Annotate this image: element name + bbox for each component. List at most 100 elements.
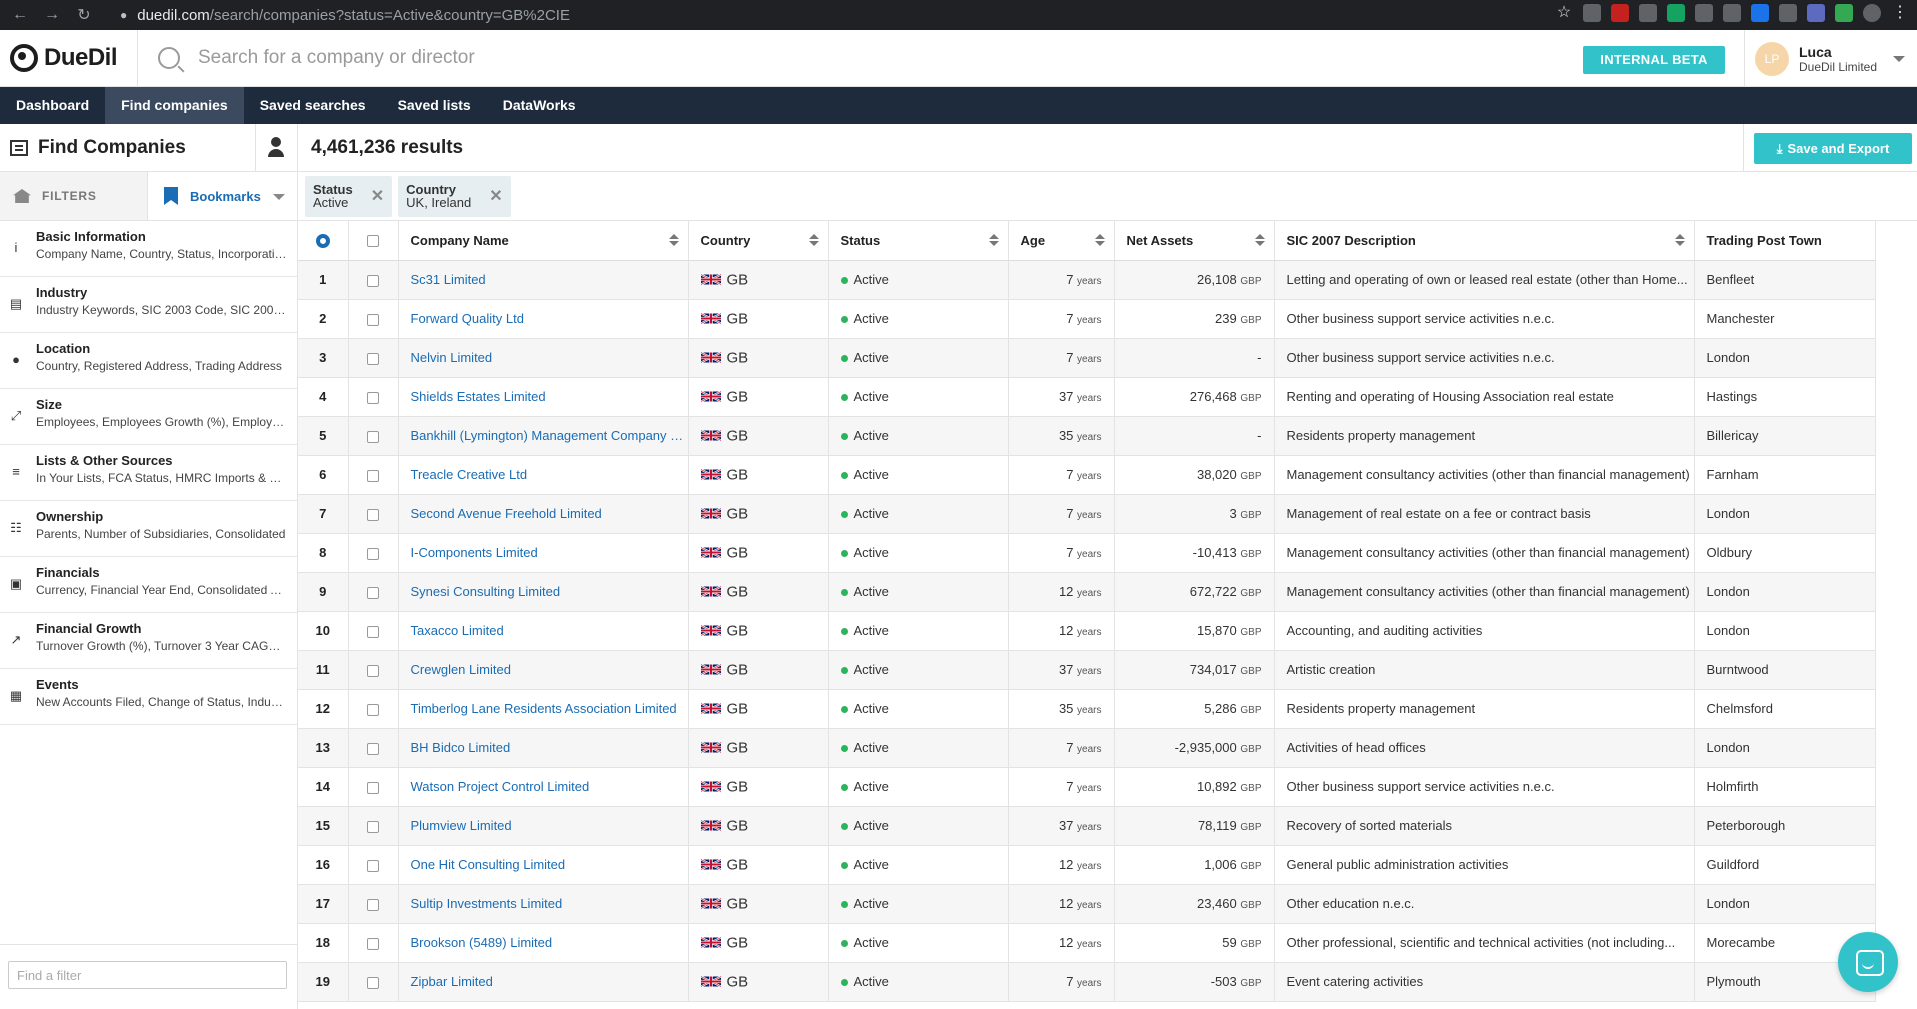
forward-icon[interactable]: → bbox=[40, 6, 64, 24]
filter-category[interactable]: ↗ Financial Growth Turnover Growth (%), Tu… bbox=[0, 613, 297, 669]
address-bar[interactable]: duedil.com/search/companies?status=Activ… bbox=[137, 7, 570, 24]
filter-category[interactable]: ▣ Financials Currency, Financial Year End,… bbox=[0, 557, 297, 613]
row-checkbox[interactable] bbox=[367, 703, 379, 716]
company-name-link[interactable]: One Hit Consulting Limited bbox=[398, 845, 689, 885]
company-name-link[interactable]: Sc31 Limited bbox=[398, 260, 689, 300]
filter-category[interactable]: i Basic Information Company Name, Country,… bbox=[0, 221, 297, 277]
person-icon[interactable] bbox=[255, 124, 297, 172]
extension-icon[interactable] bbox=[1835, 4, 1853, 22]
table-row[interactable]: 17 Sultip Investments Limited GB Active 12 y… bbox=[298, 884, 1876, 924]
company-name-link[interactable]: Taxacco Limited bbox=[398, 611, 689, 651]
sort-icon[interactable] bbox=[1674, 234, 1685, 246]
extension-icon[interactable] bbox=[1667, 4, 1685, 22]
menu-icon[interactable]: ⋮ bbox=[1891, 4, 1909, 22]
extension-icon[interactable] bbox=[1639, 4, 1657, 22]
back-icon[interactable]: ← bbox=[8, 6, 32, 24]
reload-icon[interactable]: ↻ bbox=[72, 5, 96, 25]
table-row[interactable]: 18 Brookson (5489) Limited GB Active 12 year… bbox=[298, 923, 1876, 963]
table-row[interactable]: 13 BH Bidco Limited GB Active 7 years -2,935,… bbox=[298, 728, 1876, 768]
table-row[interactable]: 6 Treacle Creative Ltd GB Active 7 years 38,0… bbox=[298, 455, 1876, 495]
table-row[interactable]: 5 Bankhill (Lymington) Management Company… bbox=[298, 416, 1876, 456]
row-checkbox[interactable] bbox=[367, 664, 379, 677]
column-settings[interactable] bbox=[298, 221, 349, 261]
company-name-link[interactable]: I-Components Limited bbox=[398, 533, 689, 573]
company-name-link[interactable]: Forward Quality Ltd bbox=[398, 299, 689, 339]
table-row[interactable]: 9 Synesi Consulting Limited GB Active 12 yea… bbox=[298, 572, 1876, 612]
filter-category[interactable]: ▦ Events New Accounts Filed, Change of Sta… bbox=[0, 669, 297, 725]
filter-category[interactable]: ▤ Industry Industry Keywords, SIC 2003 Cod… bbox=[0, 277, 297, 333]
sort-icon[interactable] bbox=[668, 234, 679, 246]
nav-dashboard[interactable]: Dashboard bbox=[0, 87, 105, 124]
nav-saved-lists[interactable]: Saved lists bbox=[382, 87, 487, 124]
filter-chip-country[interactable]: Country UK, Ireland ✕ bbox=[398, 175, 511, 217]
row-checkbox[interactable] bbox=[367, 781, 379, 794]
nav-dataworks[interactable]: DataWorks bbox=[487, 87, 592, 124]
table-row[interactable]: 2 Forward Quality Ltd GB Active 7 years 239 G… bbox=[298, 299, 1876, 339]
col-sic-description[interactable]: SIC 2007 Description bbox=[1274, 221, 1695, 261]
sort-icon[interactable] bbox=[1094, 234, 1105, 246]
table-row[interactable]: 1 Sc31 Limited GB Active 7 years 26,108 GBP Le… bbox=[298, 260, 1876, 300]
sort-icon[interactable] bbox=[808, 234, 819, 246]
sort-icon[interactable] bbox=[1254, 234, 1265, 246]
table-row[interactable]: 8 I-Components Limited GB Active 7 years -10,… bbox=[298, 533, 1876, 573]
profile-icon[interactable] bbox=[1863, 4, 1881, 22]
sort-icon[interactable] bbox=[988, 234, 999, 246]
col-company-name[interactable]: Company Name bbox=[398, 221, 689, 261]
find-filter-input[interactable] bbox=[8, 961, 287, 989]
company-name-link[interactable]: Nelvin Limited bbox=[398, 338, 689, 378]
table-row[interactable]: 10 Taxacco Limited GB Active 12 years 15,870 … bbox=[298, 611, 1876, 651]
company-name-link[interactable]: Watson Project Control Limited bbox=[398, 767, 689, 807]
filter-category[interactable]: ≡ Lists & Other Sources In Your Lists, FCA… bbox=[0, 445, 297, 501]
row-checkbox[interactable] bbox=[367, 625, 379, 638]
star-icon[interactable]: ☆ bbox=[1555, 4, 1573, 22]
company-name-link[interactable]: Second Avenue Freehold Limited bbox=[398, 494, 689, 534]
company-name-link[interactable]: Synesi Consulting Limited bbox=[398, 572, 689, 612]
table-row[interactable]: 11 Crewglen Limited GB Active 37 years 734,01… bbox=[298, 650, 1876, 690]
row-checkbox[interactable] bbox=[367, 391, 379, 404]
logo[interactable]: DueDil bbox=[0, 29, 138, 87]
table-row[interactable]: 16 One Hit Consulting Limited GB Active 12 y… bbox=[298, 845, 1876, 885]
extension-icon[interactable] bbox=[1611, 4, 1629, 22]
row-checkbox[interactable] bbox=[367, 469, 379, 482]
col-net-assets[interactable]: Net Assets bbox=[1114, 221, 1275, 261]
row-checkbox[interactable] bbox=[367, 313, 379, 326]
select-all-checkbox[interactable] bbox=[367, 235, 379, 248]
table-row[interactable]: 3 Nelvin Limited GB Active 7 years - Other bus… bbox=[298, 338, 1876, 378]
company-name-link[interactable]: Zipbar Limited bbox=[398, 962, 689, 1002]
nav-find-companies[interactable]: Find companies bbox=[105, 87, 244, 124]
company-name-link[interactable]: BH Bidco Limited bbox=[398, 728, 689, 768]
table-row[interactable]: 14 Watson Project Control Limited GB Active… bbox=[298, 767, 1876, 807]
col-trading-town[interactable]: Trading Post Town bbox=[1694, 221, 1876, 261]
save-and-export-button[interactable]: ⤓ Save and Export bbox=[1754, 133, 1912, 164]
table-row[interactable]: 12 Timberlog Lane Residents Association L… bbox=[298, 689, 1876, 729]
gear-icon[interactable] bbox=[315, 234, 330, 249]
user-menu[interactable]: LP Luca DueDil Limited bbox=[1744, 30, 1917, 87]
row-checkbox[interactable] bbox=[367, 274, 379, 287]
extension-icon[interactable] bbox=[1583, 4, 1601, 22]
tab-filters[interactable]: FILTERS bbox=[0, 172, 148, 220]
company-name-link[interactable]: Shields Estates Limited bbox=[398, 377, 689, 417]
col-age[interactable]: Age bbox=[1008, 221, 1115, 261]
company-name-link[interactable]: Brookson (5489) Limited bbox=[398, 923, 689, 963]
company-name-link[interactable]: Crewglen Limited bbox=[398, 650, 689, 690]
close-icon[interactable]: ✕ bbox=[371, 186, 384, 206]
row-checkbox[interactable] bbox=[367, 547, 379, 560]
filter-chip-status[interactable]: Status Active ✕ bbox=[305, 175, 393, 217]
company-name-link[interactable]: Timberlog Lane Residents Association Lim… bbox=[398, 689, 689, 729]
table-row[interactable]: 4 Shields Estates Limited GB Active 37 years… bbox=[298, 377, 1876, 417]
filter-category[interactable]: ☷ Ownership Parents, Number of Subsidiarie… bbox=[0, 501, 297, 557]
row-checkbox[interactable] bbox=[367, 937, 379, 950]
nav-saved-searches[interactable]: Saved searches bbox=[244, 87, 382, 124]
row-checkbox[interactable] bbox=[367, 352, 379, 365]
row-checkbox[interactable] bbox=[367, 976, 379, 989]
row-checkbox[interactable] bbox=[367, 820, 379, 833]
filter-category[interactable]: ● Location Country, Registered Address, Tr… bbox=[0, 333, 297, 389]
row-checkbox[interactable] bbox=[367, 430, 379, 443]
row-checkbox[interactable] bbox=[367, 508, 379, 521]
chat-icon[interactable] bbox=[1838, 932, 1898, 992]
table-row[interactable]: 15 Plumview Limited GB Active 37 years 78,119… bbox=[298, 806, 1876, 846]
search-input[interactable] bbox=[198, 47, 898, 69]
extension-icon[interactable] bbox=[1751, 4, 1769, 22]
table-row[interactable]: 7 Second Avenue Freehold Limited GB Active 7… bbox=[298, 494, 1876, 534]
extension-icon[interactable] bbox=[1723, 4, 1741, 22]
